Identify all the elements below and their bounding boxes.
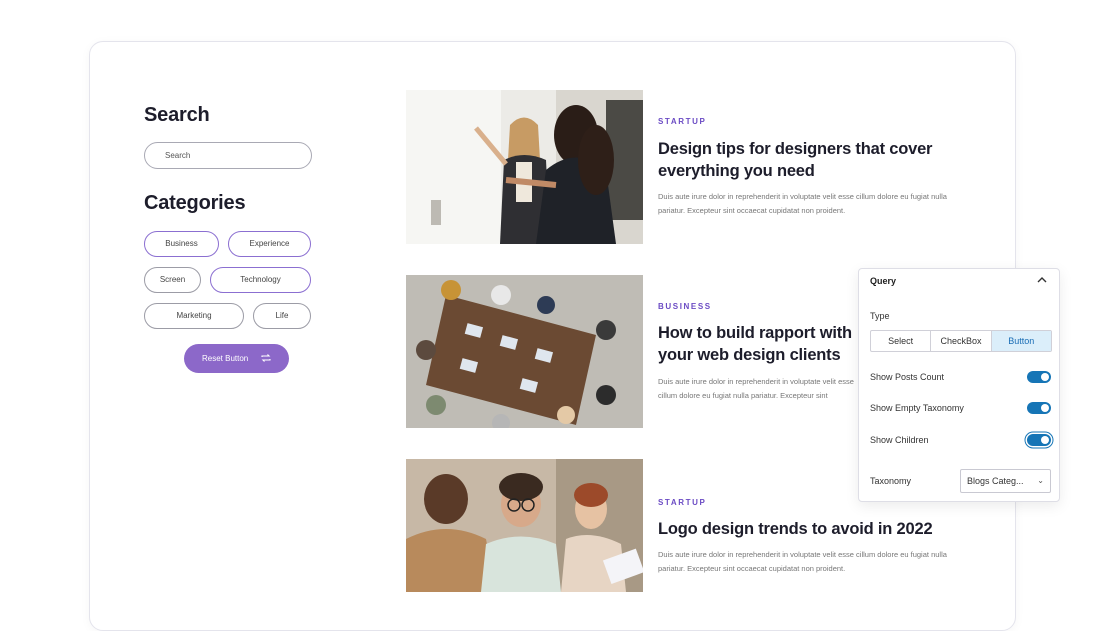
office-whiteboard-image — [406, 90, 643, 244]
taxonomy-select-value: Blogs Categ... — [967, 476, 1024, 486]
chevron-up-icon[interactable] — [1037, 276, 1047, 284]
query-settings-panel: Query Type Select CheckBox Button Show P… — [858, 268, 1060, 502]
reset-button-label: Reset Button — [202, 354, 249, 363]
team-working-image — [406, 459, 643, 592]
search-heading: Search — [144, 104, 210, 126]
post-image[interactable] — [406, 90, 643, 244]
post-excerpt: Duis aute irure dolor in reprehenderit i… — [658, 550, 947, 573]
post-image[interactable] — [406, 459, 643, 592]
post-title[interactable]: How to build rapport with your web desig… — [658, 322, 856, 366]
type-option-checkbox[interactable]: CheckBox — [931, 331, 992, 351]
post-title[interactable]: Logo design trends to avoid in 2022 — [658, 518, 958, 540]
type-option-select[interactable]: Select — [871, 331, 932, 351]
type-segmented-control: Select CheckBox Button — [870, 330, 1052, 352]
category-pill-screen[interactable]: Screen — [144, 267, 201, 293]
toggle-empty-taxonomy[interactable] — [1027, 402, 1051, 414]
category-pill-life[interactable]: Life — [253, 303, 311, 329]
type-label: Type — [870, 311, 890, 321]
repeat-icon — [261, 354, 271, 362]
category-pill-marketing[interactable]: Marketing — [144, 303, 244, 329]
meeting-table-image — [406, 275, 643, 428]
post-category[interactable]: STARTUP — [658, 117, 706, 126]
post-category[interactable]: BUSINESS — [658, 302, 712, 311]
post-excerpt: Duis aute irure dolor in reprehenderit i… — [658, 377, 854, 400]
categories-heading: Categories — [144, 192, 246, 214]
category-pill-technology[interactable]: Technology — [210, 267, 311, 293]
toggle-posts-count[interactable] — [1027, 371, 1051, 383]
post-category[interactable]: STARTUP — [658, 498, 706, 507]
toggle-children[interactable] — [1027, 434, 1051, 446]
taxonomy-label: Taxonomy — [870, 476, 912, 486]
chevron-down-icon: ⌄ — [1037, 476, 1044, 485]
reset-button[interactable]: Reset Button — [184, 344, 289, 373]
panel-title: Query — [870, 276, 897, 286]
type-option-button[interactable]: Button — [991, 331, 1051, 351]
search-input[interactable]: Search — [144, 142, 312, 169]
post-title[interactable]: Design tips for designers that cover eve… — [658, 138, 958, 182]
category-pill-experience[interactable]: Experience — [228, 231, 311, 257]
post-excerpt: Duis aute irure dolor in reprehenderit i… — [658, 192, 947, 215]
toggle-label-empty-taxonomy: Show Empty Taxonomy — [870, 403, 964, 413]
post-image[interactable] — [406, 275, 643, 428]
toggle-label-children: Show Children — [870, 435, 929, 445]
toggle-label-posts-count: Show Posts Count — [870, 372, 945, 382]
taxonomy-select[interactable]: Blogs Categ... ⌄ — [960, 469, 1051, 493]
category-pill-business[interactable]: Business — [144, 231, 219, 257]
